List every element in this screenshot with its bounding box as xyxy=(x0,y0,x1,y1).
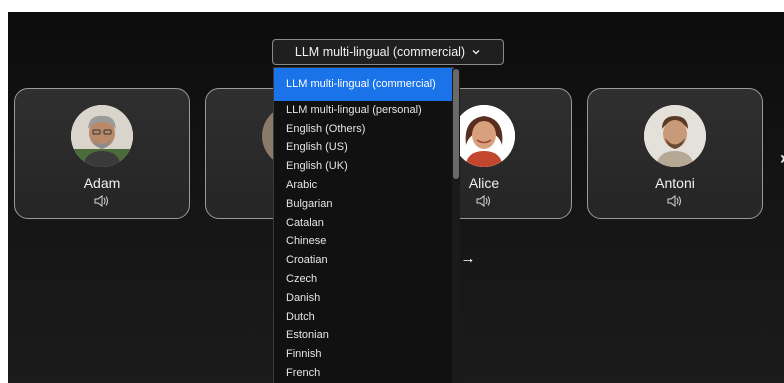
chevron-right-icon[interactable]: › xyxy=(780,148,784,169)
language-dropdown[interactable]: LLM multi-lingual (commercial) LLM multi-… xyxy=(273,67,454,383)
language-option[interactable]: English (UK) xyxy=(274,157,453,176)
language-options-list: LLM multi-lingual (commercial) LLM multi-… xyxy=(274,68,453,383)
language-option[interactable]: Danish xyxy=(274,289,453,308)
language-select-button[interactable]: LLM multi-lingual (commercial) xyxy=(272,39,504,65)
language-option[interactable]: Arabic xyxy=(274,176,453,195)
speaker-icon[interactable] xyxy=(94,194,110,208)
dropdown-scrollbar[interactable] xyxy=(452,69,460,383)
speaker-icon[interactable] xyxy=(667,194,683,208)
avatar xyxy=(71,105,133,167)
language-option[interactable]: Finnish xyxy=(274,345,453,364)
voice-picker-panel: Adam Alice Antoni e → LLM multi-lingual … xyxy=(8,12,784,383)
language-option[interactable]: Bulgarian xyxy=(274,195,453,214)
language-option[interactable]: French xyxy=(274,364,453,383)
scrollbar-thumb[interactable] xyxy=(453,69,459,179)
language-option[interactable]: LLM multi-lingual (commercial) xyxy=(274,68,453,101)
language-option[interactable]: LLM multi-lingual (personal) xyxy=(274,101,453,120)
avatar xyxy=(644,105,706,167)
language-option[interactable]: Croatian xyxy=(274,251,453,270)
language-option[interactable]: Estonian xyxy=(274,327,453,346)
language-option[interactable]: Chinese xyxy=(274,233,453,252)
voice-card-adam[interactable]: Adam xyxy=(14,88,190,219)
avatar xyxy=(453,105,515,167)
language-option[interactable]: Catalan xyxy=(274,214,453,233)
voice-name: Adam xyxy=(83,175,121,191)
speaker-icon[interactable] xyxy=(476,194,492,208)
language-option[interactable]: Dutch xyxy=(274,308,453,327)
chevron-down-icon xyxy=(472,50,480,55)
language-option[interactable]: English (Others) xyxy=(274,120,453,139)
voice-name: Antoni xyxy=(655,175,695,191)
language-select-label: LLM multi-lingual (commercial) xyxy=(294,45,466,59)
voice-card-antoni[interactable]: Antoni xyxy=(587,88,763,219)
language-option[interactable]: English (US) xyxy=(274,139,453,158)
language-option[interactable]: Czech xyxy=(274,270,453,289)
